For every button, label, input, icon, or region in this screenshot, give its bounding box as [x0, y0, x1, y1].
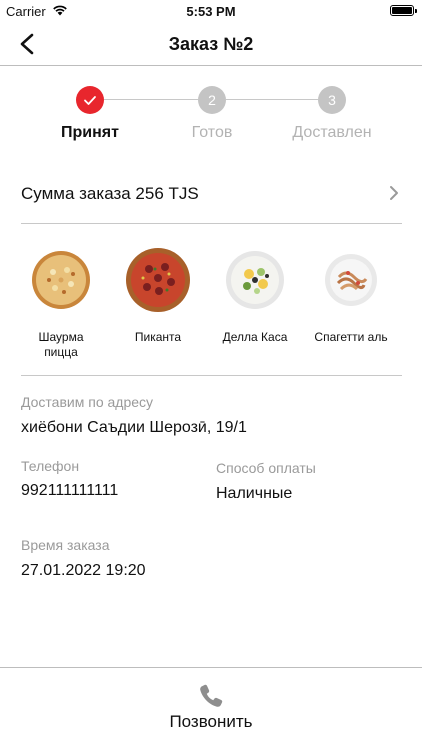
delivery-address-label: Доставим по адресу [21, 394, 154, 410]
battery-icon [390, 5, 417, 16]
payment-method-value: Наличные [216, 485, 293, 502]
list-item[interactable]: Шаурма пицца [21, 246, 101, 360]
item-name: Пиканта [134, 330, 182, 344]
page-title: Заказ №2 [168, 34, 254, 54]
salad-image [225, 250, 285, 310]
step-2-indicator: 2 [198, 86, 226, 114]
step-2-label: Готов [191, 124, 233, 141]
phone-icon [200, 684, 223, 707]
order-sum-row[interactable]: Сумма заказа 256 TJS [21, 168, 402, 224]
list-item[interactable]: Спагетти аль [311, 246, 391, 345]
pizza-image [125, 247, 191, 313]
payment-method-label: Способ оплаты [216, 460, 316, 476]
pasta-image [324, 253, 378, 307]
step-3-indicator: 3 [318, 86, 346, 114]
progress-line-1 [104, 99, 198, 100]
delivery-address-value: хиёбони Саъдии Шерозӣ, 19/1 [21, 419, 247, 436]
list-item[interactable]: Пиканта [118, 246, 198, 345]
navigation-bar: Заказ №2 [0, 22, 422, 66]
call-button[interactable]: Позвонить [0, 667, 422, 750]
item-name: Спагетти аль [314, 330, 388, 344]
status-bar: Carrier 5:53 PM [0, 0, 422, 22]
clock: 5:53 PM [186, 4, 236, 19]
order-progress: 2 3 Принят Готов Доставлен [0, 86, 422, 146]
item-name: Шаурма пицца [38, 330, 84, 359]
order-sum-text: Сумма заказа 256 TJS [21, 184, 199, 203]
phone-label: Телефон [21, 458, 80, 474]
call-label: Позвонить [169, 712, 253, 731]
chevron-right-icon [390, 186, 398, 200]
item-name: Делла Каса [222, 330, 288, 344]
phone-value: 992111111111 [21, 482, 119, 499]
step-1-label: Принят [61, 124, 119, 141]
pizza-image [31, 250, 91, 310]
step-3-label: Доставлен [292, 124, 372, 141]
order-time-label: Время заказа [21, 537, 110, 553]
step-1-check-icon [76, 86, 104, 114]
order-items-list: Шаурма пицца Пиканта Делла Каса Спагетти… [21, 246, 402, 376]
progress-line-2 [226, 99, 318, 100]
order-time-value: 27.01.2022 19:20 [21, 562, 146, 579]
list-item[interactable]: Делла Каса [215, 246, 295, 345]
